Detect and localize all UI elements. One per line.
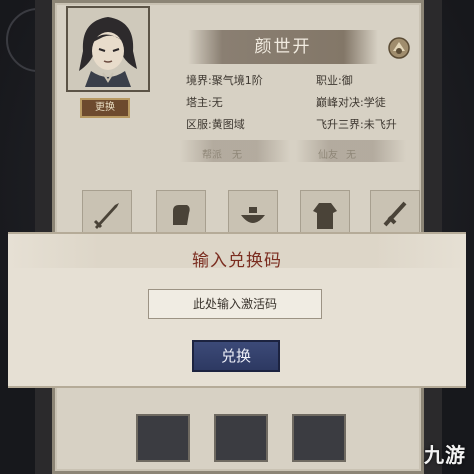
badge-icon[interactable]	[386, 36, 412, 60]
peak-text: 巅峰对决:学徒	[316, 96, 386, 109]
realm-text: 境界:聚气境1阶	[186, 74, 263, 87]
guild-value: 无	[232, 150, 242, 161]
fist-icon	[173, 205, 190, 225]
character-name: 颜世开	[254, 37, 312, 57]
redeem-code-input[interactable]	[148, 289, 322, 319]
portrait-icon	[79, 17, 137, 87]
bowl-icon	[241, 207, 265, 223]
bottom-slot-1[interactable]	[136, 414, 190, 462]
bottom-slot-2[interactable]	[214, 414, 268, 462]
ascend-text: 飞升三界:未飞升	[316, 118, 397, 131]
job-text: 职业:御	[316, 74, 353, 87]
sword-icon	[93, 203, 119, 229]
bottom-slot-3[interactable]	[292, 414, 346, 462]
friend-value: 无	[346, 150, 356, 161]
region-text: 区服:黄图域	[186, 118, 245, 131]
avatar[interactable]	[66, 6, 150, 92]
friend-label: 仙友	[318, 150, 338, 161]
dialog-title: 输入兑换码	[192, 251, 282, 271]
change-avatar-button[interactable]: 更换	[80, 98, 130, 118]
redeem-button[interactable]: 兑换	[192, 340, 280, 372]
blade-icon	[383, 201, 407, 227]
robe-icon	[313, 203, 337, 229]
watermark-logo: 九游	[424, 443, 466, 467]
guild-label: 帮派	[202, 150, 222, 161]
tower-text: 塔主:无	[186, 96, 223, 109]
